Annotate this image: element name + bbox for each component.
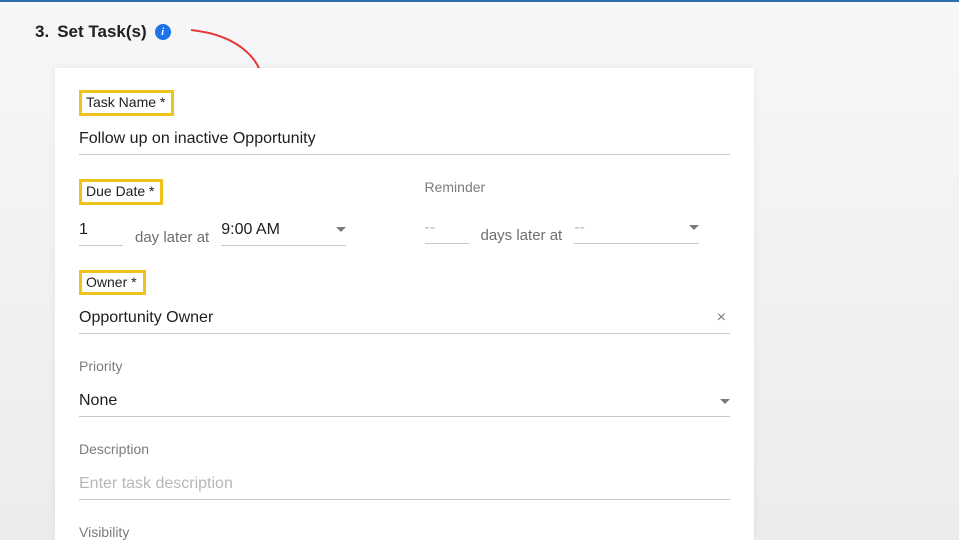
top-border (0, 0, 959, 2)
reminder-time-select[interactable]: -- (574, 215, 699, 244)
chevron-down-icon (336, 227, 346, 232)
priority-label: Priority (79, 358, 123, 374)
priority-field: Priority None (79, 358, 730, 417)
due-date-label: Due Date * (79, 179, 163, 205)
description-field: Description (79, 441, 730, 500)
owner-value: Opportunity Owner (79, 309, 213, 327)
close-icon[interactable]: × (713, 309, 730, 327)
reminder-unit-text: days later at (473, 227, 571, 244)
task-name-field: Task Name * (79, 90, 730, 155)
task-name-input[interactable] (79, 126, 730, 155)
due-date-days-input[interactable] (79, 217, 123, 246)
owner-label: Owner * (79, 270, 146, 296)
reminder-time-value: -- (574, 219, 585, 237)
due-date-time-select[interactable]: 9:00 AM (221, 217, 346, 246)
visibility-label: Visibility (79, 524, 730, 540)
priority-select[interactable]: None (79, 388, 730, 417)
section-title: Set Task(s) (57, 22, 146, 42)
due-date-field: Due Date * day later at 9:00 AM (79, 179, 385, 246)
priority-value: None (79, 392, 117, 410)
chevron-down-icon (689, 225, 699, 230)
due-date-time-value: 9:00 AM (221, 221, 280, 239)
reminder-days-input[interactable]: -- (425, 215, 469, 244)
info-icon[interactable]: i (155, 24, 171, 40)
description-input[interactable] (79, 471, 730, 500)
owner-field: Owner * Opportunity Owner × (79, 270, 730, 335)
reminder-label: Reminder (425, 179, 486, 195)
task-form-card: Task Name * Due Date * day later at 9:00… (55, 68, 754, 540)
task-name-label: Task Name * (79, 90, 174, 116)
reminder-field: Reminder -- days later at -- (425, 179, 731, 246)
due-date-unit-text: day later at (127, 229, 217, 246)
owner-select[interactable]: Opportunity Owner × (79, 305, 730, 334)
description-label: Description (79, 441, 149, 457)
chevron-down-icon (720, 399, 730, 404)
section-number: 3. (35, 22, 49, 42)
section-header: 3. Set Task(s) i (35, 22, 171, 42)
